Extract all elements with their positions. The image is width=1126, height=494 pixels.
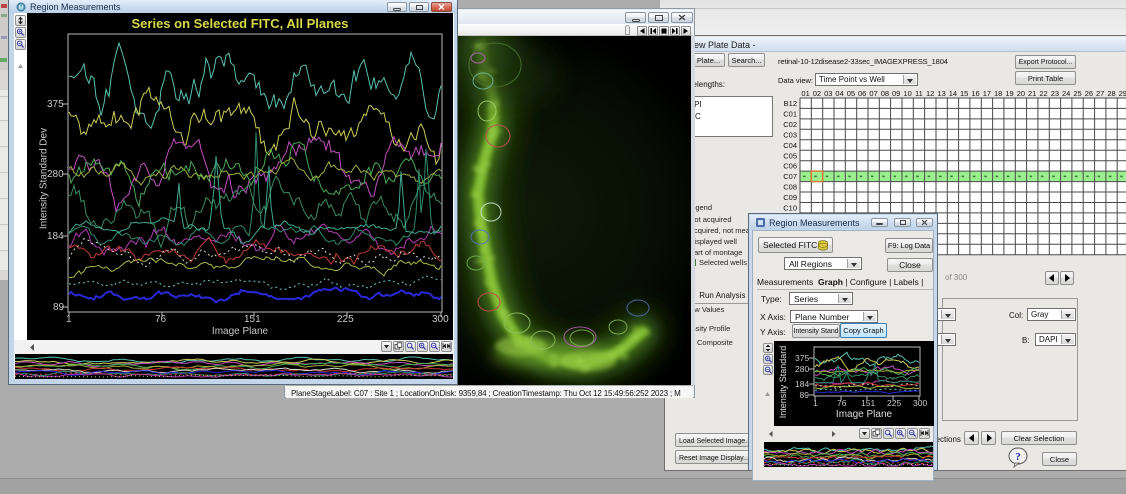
- svg-text:27: 27: [1096, 89, 1104, 98]
- svg-text:20: 20: [1017, 89, 1025, 98]
- svg-text:C01: C01: [783, 110, 797, 119]
- svg-text:C05: C05: [783, 151, 797, 160]
- svg-text:22: 22: [1039, 89, 1047, 98]
- svg-text:21: 21: [1028, 89, 1036, 98]
- svg-text:C04: C04: [783, 141, 797, 150]
- svg-text:10: 10: [903, 89, 911, 98]
- svg-text:C08: C08: [783, 183, 797, 192]
- svg-text:17: 17: [983, 89, 991, 98]
- svg-text:06: 06: [858, 89, 866, 98]
- svg-text:13: 13: [937, 89, 945, 98]
- svg-text:C10: C10: [783, 204, 797, 213]
- svg-text:16: 16: [971, 89, 979, 98]
- svg-text:12: 12: [926, 89, 934, 98]
- svg-text:B12: B12: [784, 99, 797, 108]
- svg-text:07: 07: [869, 89, 877, 98]
- svg-text:01: 01: [801, 89, 809, 98]
- svg-text:C06: C06: [783, 162, 797, 171]
- svg-text:C03: C03: [783, 130, 797, 139]
- svg-text:M: M: [19, 5, 24, 11]
- svg-text:24: 24: [1062, 89, 1070, 98]
- svg-text:29: 29: [1119, 89, 1126, 98]
- svg-text:23: 23: [1051, 89, 1059, 98]
- svg-text:?: ?: [1015, 451, 1021, 463]
- svg-text:C09: C09: [783, 193, 797, 202]
- svg-text:04: 04: [835, 89, 843, 98]
- svg-text:19: 19: [1005, 89, 1013, 98]
- svg-text:03: 03: [824, 89, 832, 98]
- svg-text:C07: C07: [783, 172, 797, 181]
- svg-text:18: 18: [994, 89, 1002, 98]
- svg-text:09: 09: [892, 89, 900, 98]
- svg-text:28: 28: [1107, 89, 1115, 98]
- svg-text:26: 26: [1085, 89, 1093, 98]
- svg-text:02: 02: [813, 89, 821, 98]
- svg-text:15: 15: [960, 89, 968, 98]
- svg-text:05: 05: [847, 89, 855, 98]
- svg-text:25: 25: [1073, 89, 1081, 98]
- svg-text:C02: C02: [783, 120, 797, 129]
- svg-text:11: 11: [915, 89, 923, 98]
- svg-text:14: 14: [949, 89, 957, 98]
- svg-text:08: 08: [881, 89, 889, 98]
